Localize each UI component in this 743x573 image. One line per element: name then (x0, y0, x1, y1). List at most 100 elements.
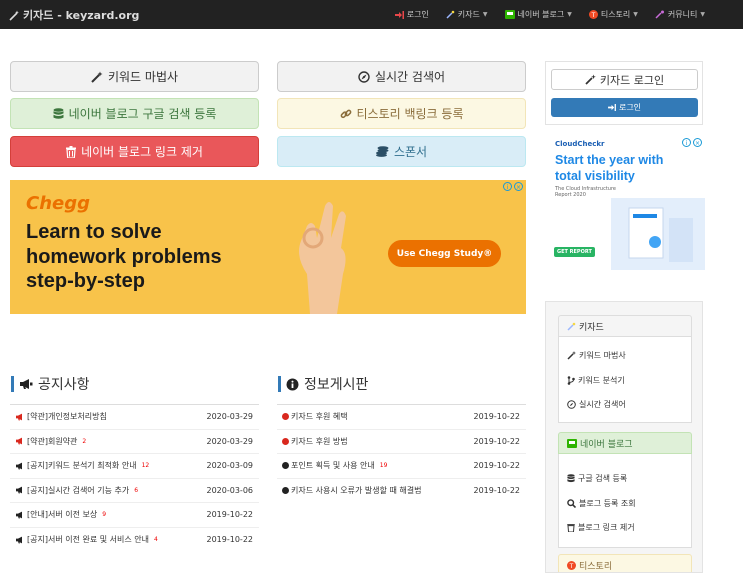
notice-title: [공지]서버 이전 완료 및 서비스 안내 (27, 535, 149, 545)
cloudcheckr-headline: Start the year with total visibility (555, 153, 664, 183)
notice-date: 2020-03-29 (206, 412, 254, 422)
search-icon (567, 499, 576, 508)
megaphone-icon (15, 437, 25, 445)
notice-row[interactable]: [공지]키워드 분석기 최적화 안내 12 2020-03-09 (10, 454, 259, 479)
notice-date: 2019-10-22 (206, 510, 254, 520)
notice-row[interactable]: [공지]실시간 검색어 기능 추가 6 2020-03-06 (10, 479, 259, 503)
sidebar-item-label: 실시간 검색어 (579, 400, 626, 409)
sidebar-item-google-register[interactable]: 구글 검색 등록 (567, 473, 627, 484)
chegg-ad-banner[interactable]: Chegg Learn to solve homework problems s… (10, 180, 526, 314)
tistory-icon: T (567, 560, 576, 570)
sidebar-item-realtime-search[interactable]: 실시간 검색어 (567, 399, 626, 410)
login-panel: 키자드 로그인 로그인 (545, 61, 703, 125)
info-row[interactable]: 포인트 획득 및 사용 안내 19 2019-10-22 (277, 454, 526, 479)
info-title: 키자드 후원 방법 (291, 436, 348, 446)
nav-community-label: 커뮤니티 (667, 10, 698, 19)
magic-wand-icon (9, 10, 20, 21)
keyzard-login-title-button[interactable]: 키자드 로그인 (551, 69, 698, 90)
nav-tistory-label: 티스토리 (600, 10, 631, 19)
megaphone-icon (15, 462, 25, 470)
cloudcheckr-ad-banner[interactable]: CloudCheckr Start the year with total vi… (551, 136, 705, 270)
chegg-headline: Learn to solve homework problems step-by… (26, 221, 222, 292)
sidebar-item-label: 블로그 링크 제거 (578, 523, 635, 532)
naver-link-remove-button[interactable]: 네이버 블로그 링크 제거 (10, 136, 259, 167)
cloudcheckr-logo: CloudCheckr (555, 140, 605, 148)
sidebar-item-label: 구글 검색 등록 (578, 474, 628, 483)
info-circle-icon (286, 378, 299, 391)
keyword-wizard-button[interactable]: 키워드 마법사 (10, 61, 259, 92)
sidebar-item-keyword-wizard[interactable]: 키워드 마법사 (567, 350, 626, 361)
magic-wand-icon (91, 71, 103, 83)
megaphone-icon (15, 413, 25, 421)
nav-login-label: 로그인 (406, 10, 429, 19)
nav-keyzard-label: 키자드 (457, 10, 480, 19)
naver-register-button[interactable]: 네이버 블로그 구글 검색 등록 (10, 98, 259, 129)
naver-register-label: 네이버 블로그 구글 검색 등록 (68, 107, 217, 121)
ad-choices-icon[interactable]: i × (682, 138, 702, 147)
notice-row[interactable]: [약관]개인정보처리방침 2020-03-29 (10, 405, 259, 430)
sidebar-menu: 키자드 키워드 마법사 키워드 분석기 실시간 검색어 네이버 블로그 구글 검… (545, 301, 703, 573)
notice-row[interactable]: [공지]서버 이전 완료 및 서비스 안내 4 2019-10-22 (10, 528, 259, 553)
info-row[interactable]: 키자드 후원 방법 2019-10-22 (277, 430, 526, 454)
notice-date: 2020-03-09 (206, 461, 254, 471)
notices-title: 공지사항 (38, 377, 90, 393)
sidebar-naver-header[interactable]: 네이버 블로그 (558, 432, 692, 454)
sidebar-item-link-remove[interactable]: 블로그 링크 제거 (567, 522, 635, 533)
section-accent-bar (11, 376, 14, 392)
notice-row[interactable]: [안내]서버 이전 보상 9 2019-10-22 (10, 503, 259, 528)
nav-tistory[interactable]: T 티스토리 ▼ (588, 9, 638, 20)
comment-count: 12 (141, 462, 150, 470)
notice-date: 2020-03-06 (206, 485, 254, 495)
info-circle-icon (282, 413, 289, 421)
nav-keyzard[interactable]: 키자드 ▼ (446, 9, 488, 20)
sponsor-button[interactable]: 스폰서 (277, 136, 526, 167)
sidebar-item-label: 블로그 등록 조회 (579, 499, 636, 508)
nav-community[interactable]: 커뮤니티 ▼ (655, 9, 705, 20)
notice-title: [공지]키워드 분석기 최적화 안내 (27, 461, 137, 471)
sidebar-tistory-header[interactable]: T 티스토리 (558, 554, 692, 572)
nav-naver-blog-label: 네이버 블로그 (517, 10, 565, 19)
login-button[interactable]: 로그인 (551, 98, 698, 117)
info-date: 2019-10-22 (473, 436, 521, 446)
chevron-down-icon: ▼ (700, 11, 705, 18)
sidebar-item-keyword-analyzer[interactable]: 키워드 분석기 (567, 375, 625, 386)
chegg-cta-button[interactable]: Use Chegg Study® (388, 240, 501, 267)
link-icon (340, 108, 352, 120)
branch-icon (567, 376, 575, 385)
comment-count: 9 (102, 511, 107, 519)
sign-in-icon (608, 104, 616, 111)
chevron-down-icon: ▼ (567, 11, 572, 18)
magic-wand-icon (446, 10, 455, 19)
sidebar-naver-header-label: 네이버 블로그 (580, 439, 633, 450)
tistory-backlink-label: 티스토리 백링크 등록 (356, 107, 464, 121)
sidebar-item-blog-lookup[interactable]: 블로그 등록 조회 (567, 498, 636, 509)
section-accent-bar (278, 376, 281, 392)
comment-count: 2 (82, 437, 87, 445)
info-title: 키자드 사용시 오류가 발생할 때 해결법 (291, 486, 422, 496)
chevron-down-icon: ▼ (633, 11, 638, 18)
ad-choices-icon[interactable]: i × (503, 182, 523, 191)
tistory-backlink-button[interactable]: 티스토리 백링크 등록 (277, 98, 526, 129)
notice-date: 2020-03-29 (206, 436, 254, 446)
nav-naver-blog[interactable]: 네이버 블로그 ▼ (504, 9, 572, 20)
info-row[interactable]: 키자드 사용시 오류가 발생할 때 해결법 2019-10-22 (277, 479, 526, 504)
notice-title: [약관]개인정보처리방침 (27, 412, 107, 422)
svg-text:T: T (591, 12, 596, 19)
login-button-label: 로그인 (618, 103, 642, 112)
notice-row[interactable]: [약관]회원약관 2 2020-03-29 (10, 430, 259, 454)
compass-icon (358, 70, 370, 83)
notice-date: 2019-10-22 (206, 535, 254, 545)
get-report-button[interactable]: GET REPORT (554, 247, 595, 257)
nav-login[interactable]: 로그인 (394, 9, 429, 20)
sidebar-keyzard-header[interactable]: 키자드 (558, 315, 692, 337)
sidebar-item-label: 키워드 마법사 (579, 351, 626, 360)
notice-title: [공지]실시간 검색어 기능 추가 (27, 485, 130, 495)
comment-count: 4 (154, 536, 158, 544)
realtime-search-button[interactable]: 실시간 검색어 (277, 61, 526, 92)
cloudcheckr-subtext: The Cloud Infrastructure Report 2020 (555, 186, 616, 198)
info-row[interactable]: 키자드 후원 혜택 2019-10-22 (277, 405, 526, 430)
sidebar-keyzard-header-label: 키자드 (579, 322, 604, 333)
info-circle-icon (282, 462, 289, 470)
naver-blog-icon (504, 10, 515, 19)
brand-link[interactable]: 키자드 - keyzard.org (9, 7, 139, 23)
